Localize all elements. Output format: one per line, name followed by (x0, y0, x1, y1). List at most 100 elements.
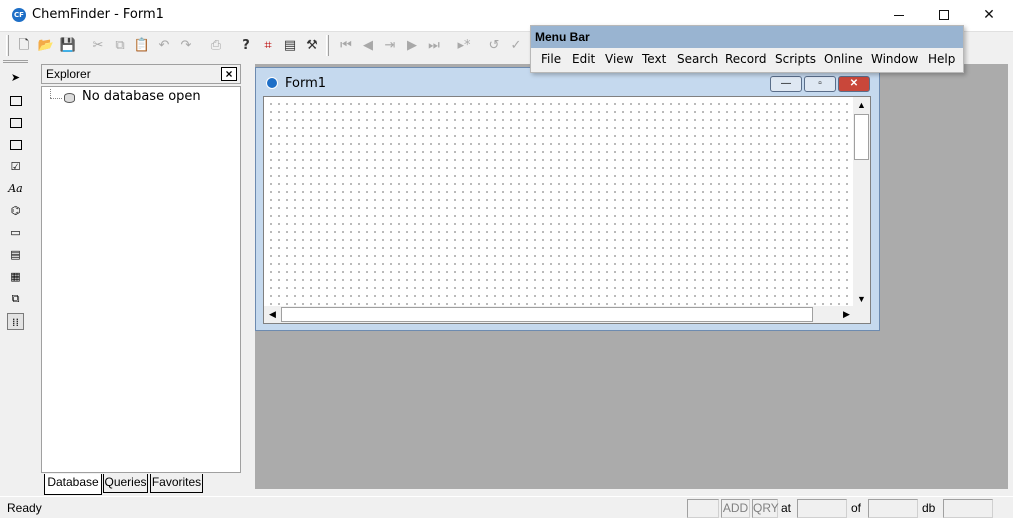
next-record-icon: ▶ (407, 38, 417, 53)
help-button[interactable]: ? (235, 35, 257, 57)
frame-box-tool[interactable] (7, 92, 24, 109)
text-box-tool[interactable] (7, 136, 24, 153)
cut-icon: ✂ (92, 38, 104, 53)
menu-window[interactable]: Window (871, 52, 918, 66)
structure-box-tool[interactable]: ⌬ (7, 202, 24, 219)
undo-icon: ↶ (158, 38, 170, 53)
form-icon (266, 77, 278, 89)
close-icon: × (225, 67, 233, 81)
close-button[interactable]: ✕ (966, 0, 1012, 31)
form1-title: Form1 (285, 76, 327, 91)
subform-tool[interactable]: ⧉ (7, 290, 24, 307)
vertical-scrollbar[interactable]: ▲ ▼ (853, 97, 870, 308)
maximize-icon (939, 10, 949, 20)
tab-queries[interactable]: Queries (103, 474, 148, 493)
new-button[interactable]: 🗋 (13, 35, 35, 57)
toolbar-grip[interactable] (6, 35, 9, 56)
tree-connector (50, 98, 62, 99)
pointer-tool[interactable]: ➤ (7, 69, 24, 86)
list-box-tool[interactable]: ▤ (7, 246, 24, 263)
restore-icon: ▫ (818, 78, 822, 89)
copy-button[interactable]: ⧉ (109, 35, 131, 57)
next-record-button[interactable]: ▶ (401, 35, 423, 57)
menu-search[interactable]: Search (677, 52, 718, 66)
new-record-button[interactable]: ▸* (453, 35, 475, 57)
commit-icon: ✓ (510, 38, 522, 53)
commit-button[interactable]: ✓ (505, 35, 527, 57)
redo-icon: ↷ (180, 38, 192, 53)
new-icon: 🗋 (18, 38, 30, 53)
tab-database[interactable]: Database (44, 474, 102, 495)
form1-window: Form1 — ▫ ✕ ▲ ▼ ◀ ▶ (255, 67, 880, 331)
menu-file[interactable]: File (541, 52, 561, 66)
help-icon: ? (242, 38, 250, 53)
scroll-left-icon[interactable]: ◀ (264, 306, 281, 323)
explorer-pane: Explorer × No database open (41, 64, 241, 473)
menu-bar-window: Menu Bar File Edit View Text Search Reco… (530, 25, 964, 73)
undo-record-button[interactable]: ↺ (483, 35, 505, 57)
menu-scripts[interactable]: Scripts (775, 52, 816, 66)
dot-grid-tool[interactable]: ⁞⁞ (7, 313, 24, 330)
scroll-up-icon[interactable]: ▲ (853, 97, 870, 114)
save-icon: 💾 (59, 38, 77, 53)
form1-close-button[interactable]: ✕ (838, 76, 870, 92)
menu-text[interactable]: Text (642, 52, 666, 66)
grid-icon: ▦ (10, 270, 21, 283)
toolbar-grip[interactable] (326, 35, 329, 56)
select-frame-icon: ⌗ (264, 38, 272, 53)
form-box-icon (9, 118, 22, 128)
pointer-icon: ➤ (10, 71, 21, 84)
copy-icon: ⧉ (115, 38, 125, 53)
first-record-button[interactable]: ⏮ (335, 35, 357, 57)
menu-online[interactable]: Online (824, 52, 863, 66)
horizontal-scroll-thumb[interactable] (281, 307, 813, 322)
menu-help[interactable]: Help (928, 52, 955, 66)
status-record-position (797, 499, 847, 518)
goto-record-icon: ⇥ (384, 38, 396, 53)
form1-restore-button[interactable]: ▫ (804, 76, 836, 92)
prev-record-button[interactable]: ◀ (357, 35, 379, 57)
tree-connector (50, 89, 51, 98)
list-box-icon: ▤ (10, 248, 21, 261)
vertical-scroll-thumb[interactable] (854, 114, 869, 160)
menu-view[interactable]: View (605, 52, 633, 66)
frame-box-icon (9, 96, 22, 106)
redo-button[interactable]: ↷ (175, 35, 197, 57)
last-record-button[interactable]: ⏭ (423, 35, 445, 57)
grid-tool[interactable]: ▦ (7, 268, 24, 285)
paste-button[interactable]: 📋 (131, 35, 153, 57)
form-box-tool[interactable] (7, 114, 24, 131)
status-pane-empty (687, 499, 719, 518)
menu-edit[interactable]: Edit (572, 52, 595, 66)
structure-box-icon: ⌬ (10, 204, 21, 217)
horizontal-scrollbar[interactable]: ◀ ▶ (264, 306, 855, 323)
form1-design-grid[interactable]: ▲ ▼ ◀ ▶ (263, 96, 871, 324)
new-record-icon: ▸* (457, 38, 471, 53)
explorer-title: Explorer (46, 67, 91, 81)
tree-item-no-database[interactable]: No database open (82, 89, 201, 104)
button-tool[interactable]: ▭ (7, 224, 24, 241)
subform-icon: ⧉ (11, 292, 20, 305)
form1-minimize-button[interactable]: — (770, 76, 802, 92)
menu-bar-title[interactable]: Menu Bar (531, 26, 963, 48)
explorer-close-button[interactable]: × (221, 67, 237, 81)
form-view-button[interactable]: ▤ (279, 35, 301, 57)
checkbox-tool[interactable]: ☑ (7, 158, 24, 175)
close-icon: ✕ (983, 7, 995, 23)
select-frame-button[interactable]: ⌗ (257, 35, 279, 57)
tab-favorites[interactable]: Favorites (150, 474, 203, 493)
minimize-icon: — (781, 78, 791, 89)
save-button[interactable]: 💾 (57, 35, 79, 57)
explorer-tree: No database open (41, 86, 241, 473)
menu-record[interactable]: Record (725, 52, 766, 66)
label-tool[interactable]: Aa (7, 180, 24, 197)
wand-button[interactable]: ⚒ (301, 35, 323, 57)
database-icon (64, 93, 75, 103)
open-button[interactable]: 📂 (35, 35, 57, 57)
undo-button[interactable]: ↶ (153, 35, 175, 57)
menu-bar: File Edit View Text Search Record Script… (531, 49, 963, 71)
cut-button[interactable]: ✂ (87, 35, 109, 57)
dot-grid-icon: ⁞⁞ (12, 316, 19, 329)
print-button[interactable]: ⎙ (205, 35, 227, 57)
goto-record-button[interactable]: ⇥ (379, 35, 401, 57)
